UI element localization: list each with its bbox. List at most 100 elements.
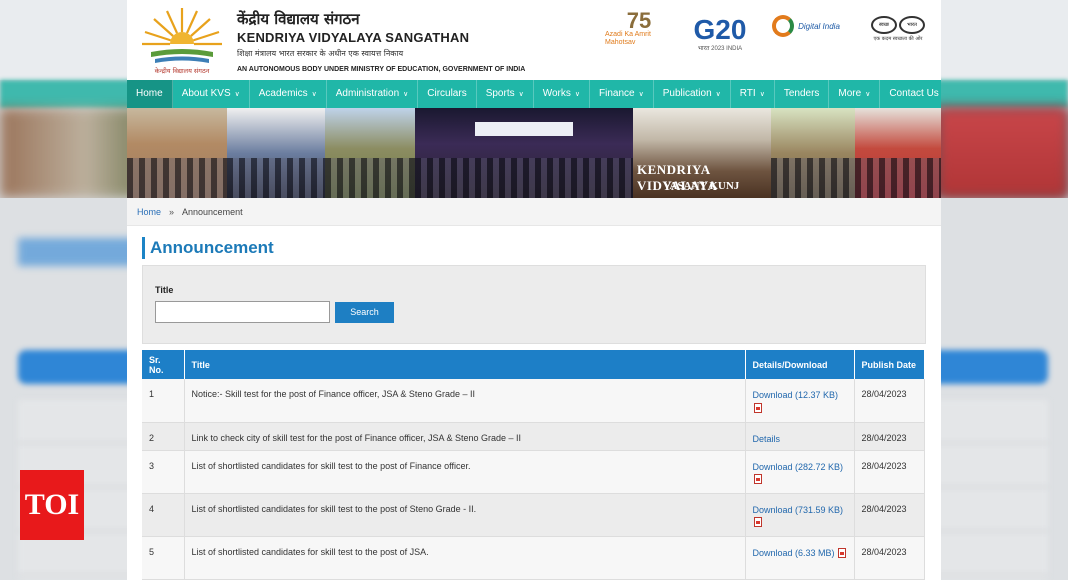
digital-india-icon xyxy=(772,15,795,37)
download-link[interactable]: Download (6.33 MB) xyxy=(753,548,835,558)
org-name-hindi: केंद्रीय विद्यालय संगठन xyxy=(237,10,360,28)
cell-download: Details xyxy=(745,422,855,451)
column-header-publish-date: Publish Date xyxy=(854,350,925,379)
nav-item-works[interactable]: Works ∨ xyxy=(534,80,591,108)
hero-banner: KENDRIYA VIDYALAYA VASANT KUNJ xyxy=(127,108,941,198)
nav-item-label: Contact Us xyxy=(889,88,939,99)
nav-item-label: Tenders xyxy=(783,88,820,99)
nav-item-contact-us[interactable]: Contact Us xyxy=(880,80,941,108)
cell-title: List of shortlisted candidates for skill… xyxy=(184,450,746,494)
title-search-input[interactable] xyxy=(155,301,330,323)
cell-sr-no: 5 xyxy=(142,536,185,580)
nav-item-circulars[interactable]: Circulars xyxy=(418,80,477,108)
digital-india-text: Digital India xyxy=(798,21,840,31)
banner-photo-school-sign: KENDRIYA VIDYALAYA VASANT KUNJ xyxy=(633,108,771,198)
chevron-down-icon: ∨ xyxy=(865,91,871,98)
nav-item-tenders[interactable]: Tenders xyxy=(775,80,830,108)
page-title: Announcement xyxy=(142,237,926,259)
column-header-sr-no: Sr. No. xyxy=(142,350,185,379)
nav-item-label: Administration xyxy=(335,88,400,99)
download-link[interactable]: Details xyxy=(753,434,781,444)
nav-item-label: About KVS xyxy=(181,88,231,99)
nav-item-publication[interactable]: Publication ∨ xyxy=(654,80,731,108)
chevron-down-icon: ∨ xyxy=(311,91,317,98)
banner-photo-students xyxy=(771,108,855,198)
cell-sr-no: 1 xyxy=(142,379,185,423)
table-row: 1 Notice:- Skill test for the post of Fin… xyxy=(142,379,925,423)
nav-item-label: Publication xyxy=(662,88,712,99)
table-row: 4 List of shortlisted candidates for skil… xyxy=(142,493,925,537)
g20-logo[interactable]: G20 भारत 2023 INDIA xyxy=(683,6,757,62)
search-button[interactable]: Search xyxy=(335,302,394,323)
chevron-down-icon: ∨ xyxy=(638,91,644,98)
announcement-table: Sr. No. Title Details/Download Publish D… xyxy=(142,350,925,580)
pdf-icon[interactable] xyxy=(753,517,762,528)
banner-photo-yoga-day xyxy=(855,108,941,198)
nav-item-academics[interactable]: Academics ∨ xyxy=(250,80,327,108)
nav-item-label: RTI xyxy=(739,88,756,99)
banner-photo-parade xyxy=(325,108,415,198)
g20-mark: G20 xyxy=(693,14,747,45)
nav-item-rti[interactable]: RTI ∨ xyxy=(731,80,775,108)
digital-india-logo[interactable]: Digital India xyxy=(769,6,843,46)
nav-item-sports[interactable]: Sports ∨ xyxy=(477,80,534,108)
banner-photo-classroom xyxy=(227,108,325,198)
kvs-webpage: केन्द्रीय विद्यालय संगठन केंद्रीय विद्या… xyxy=(127,0,941,580)
site-header: केन्द्रीय विद्यालय संगठन केंद्रीय विद्या… xyxy=(127,0,941,80)
banner-sign-line2: VASANT KUNJ xyxy=(663,180,740,192)
nav-item-label: Works xyxy=(542,88,571,99)
swachh-tagline: एक कदम स्वच्छता की ओर xyxy=(873,36,923,42)
cell-title: Notice:- Skill test for the post of Fina… xyxy=(184,379,746,423)
cell-title: List of shortlisted candidates for skill… xyxy=(184,536,746,580)
download-link[interactable]: Download (282.72 KB) xyxy=(753,462,844,472)
column-header-title: Title xyxy=(184,350,746,379)
azadi-number: 75 xyxy=(626,8,652,33)
org-subtitle-hindi: शिक्षा मंत्रालय भारत सरकार के अधीन एक स्… xyxy=(237,49,404,58)
nav-item-home[interactable]: Home xyxy=(127,80,173,108)
cell-publish-date: 28/04/2023 xyxy=(854,536,925,580)
cell-publish-date: 28/04/2023 xyxy=(854,450,925,494)
nav-item-more[interactable]: More ∨ xyxy=(829,80,881,108)
nav-item-label: More xyxy=(838,88,862,99)
nav-item-label: Academics xyxy=(258,88,308,99)
breadcrumb-separator: » xyxy=(169,207,175,217)
download-link[interactable]: Download (731.59 KB) xyxy=(753,505,844,515)
g20-subtitle: भारत 2023 INDIA xyxy=(697,46,743,52)
chevron-down-icon: ∨ xyxy=(759,91,765,98)
pdf-icon[interactable] xyxy=(753,402,762,413)
chevron-down-icon: ∨ xyxy=(715,91,721,98)
chevron-down-icon: ∨ xyxy=(518,91,524,98)
pdf-icon[interactable] xyxy=(838,548,847,559)
breadcrumb-home-link[interactable]: Home xyxy=(137,207,161,217)
cell-publish-date: 28/04/2023 xyxy=(854,493,925,537)
title-filter-label: Title xyxy=(155,285,174,295)
nav-item-label: Circulars xyxy=(427,88,467,99)
cell-download: Download (731.59 KB) xyxy=(745,493,855,537)
nav-item-about-kvs[interactable]: About KVS ∨ xyxy=(173,80,250,108)
nav-item-finance[interactable]: Finance ∨ xyxy=(590,80,654,108)
nav-item-administration[interactable]: Administration ∨ xyxy=(327,80,419,108)
main-navigation: Home About KVS ∨ Academics ∨ Administration ∨ C… xyxy=(127,80,941,108)
table-row: 2 Link to check city of skill test for th… xyxy=(142,422,925,451)
cell-sr-no: 3 xyxy=(142,450,185,494)
table-row: 3 List of shortlisted candidates for skil… xyxy=(142,450,925,494)
cell-download: Download (6.33 MB) xyxy=(745,536,855,580)
nav-item-label: Home xyxy=(136,88,163,99)
download-link[interactable]: Download (12.37 KB) xyxy=(753,390,839,400)
azadi-ka-amrit-mahotsav-logo[interactable]: 75 Azadi Ka Amrit Mahotsav xyxy=(605,6,673,52)
chevron-down-icon: ∨ xyxy=(234,91,240,98)
banner-photo-yoga xyxy=(127,108,227,198)
azadi-text: Azadi Ka Amrit Mahotsav xyxy=(605,31,651,46)
table-header-row: Sr. No. Title Details/Download Publish D… xyxy=(142,350,925,379)
swachh-right-lens: भारत xyxy=(899,16,925,34)
swachh-bharat-logo[interactable]: स्वच्छ भारत एक कदम स्वच्छता की ओर xyxy=(859,6,937,52)
breadcrumb-current: Announcement xyxy=(182,207,243,217)
nav-item-label: Finance xyxy=(599,88,635,99)
kvs-logo[interactable]: केन्द्रीय विद्यालय संगठन xyxy=(137,2,227,76)
cell-title: List of shortlisted candidates for skill… xyxy=(184,493,746,537)
filter-panel: Title Search xyxy=(142,265,926,344)
org-name: KENDRIYA VIDYALAYA SANGATHAN xyxy=(237,30,470,45)
main-content: Announcement Title Search Sr. No. Title … xyxy=(127,237,941,580)
pdf-icon[interactable] xyxy=(753,474,762,485)
chevron-down-icon: ∨ xyxy=(403,91,409,98)
